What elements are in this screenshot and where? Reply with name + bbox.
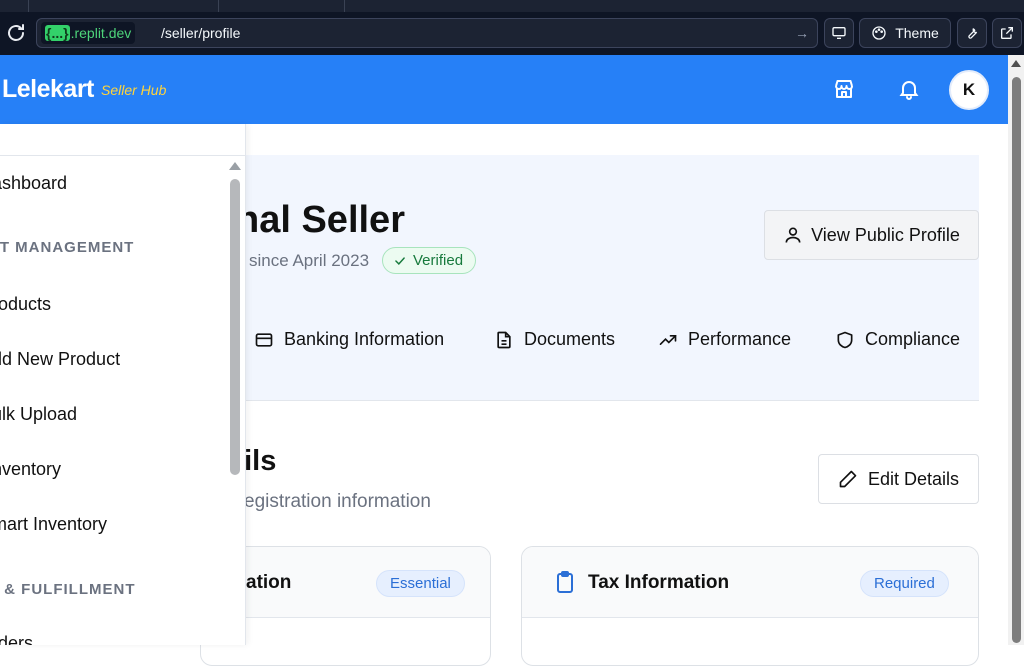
sidebar: ashboard CT MANAGEMENT roducts dd New Pr… bbox=[0, 124, 246, 645]
credit-card-icon bbox=[255, 332, 273, 347]
sidebar-item-smart-inventory[interactable]: mart Inventory bbox=[0, 514, 107, 535]
check-icon bbox=[395, 256, 405, 265]
card-header: Tax Information Required bbox=[522, 547, 978, 618]
sidebar-scrollbar-thumb[interactable] bbox=[230, 179, 240, 475]
url-host-domain: .replit.dev bbox=[70, 25, 132, 41]
avatar[interactable]: K bbox=[949, 70, 989, 110]
card-badge: Required bbox=[860, 570, 949, 597]
tab-documents[interactable]: Documents bbox=[494, 329, 615, 350]
palette-icon bbox=[872, 26, 886, 40]
sidebar-item-products[interactable]: roducts bbox=[0, 294, 51, 315]
verified-badge: Verified bbox=[382, 247, 477, 274]
monitor-icon bbox=[832, 26, 846, 39]
go-arrow-icon[interactable]: → bbox=[795, 25, 809, 41]
card-badge: Essential bbox=[376, 570, 465, 597]
sidebar-scroll-up-arrow[interactable] bbox=[229, 162, 241, 170]
tab-label: Banking Information bbox=[284, 329, 445, 349]
page-scroll-up-arrow[interactable] bbox=[1011, 60, 1021, 67]
sidebar-item-add-new-product[interactable]: dd New Product bbox=[0, 349, 120, 370]
edit-details-label: Edit Details bbox=[867, 468, 960, 489]
member-since: since April 2023 bbox=[249, 251, 370, 270]
sidebar-item-dashboard[interactable]: ashboard bbox=[0, 173, 67, 194]
reload-icon[interactable] bbox=[4, 21, 28, 45]
sidebar-heading-orders-fulfillment: S & FULFILLMENT bbox=[0, 581, 136, 598]
tab-compliance[interactable]: Compliance bbox=[835, 329, 960, 350]
trending-up-icon bbox=[659, 334, 677, 345]
tab-performance[interactable]: Performance bbox=[658, 329, 791, 350]
profile-hero: hal Seller since April 2023 Verified Vie… bbox=[236, 155, 979, 401]
url-host: {...} .replit.dev bbox=[41, 22, 136, 44]
external-link-icon bbox=[1001, 27, 1013, 39]
section-subtitle: egistration information bbox=[244, 491, 431, 512]
tab-banking-information[interactable]: Banking Information bbox=[254, 329, 444, 350]
open-external-button[interactable] bbox=[992, 18, 1022, 48]
sidebar-heading-product-management: CT MANAGEMENT bbox=[0, 239, 135, 256]
tab-label: Performance bbox=[688, 329, 792, 349]
brand-subtitle: Seller Hub bbox=[101, 82, 167, 98]
avatar-initial: K bbox=[962, 80, 976, 99]
file-text-icon bbox=[497, 331, 511, 348]
tab-label: Compliance bbox=[865, 329, 961, 349]
browser-tab[interactable] bbox=[218, 0, 344, 12]
clipboard-icon bbox=[557, 571, 573, 593]
tab-label: Documents bbox=[524, 329, 616, 349]
verified-label: Verified bbox=[413, 252, 464, 269]
sidebar-item-orders[interactable]: rders bbox=[0, 633, 33, 645]
page-scrollbar[interactable] bbox=[1008, 55, 1024, 645]
bell-icon[interactable] bbox=[897, 77, 921, 101]
browser-tab[interactable] bbox=[28, 0, 218, 12]
store-icon[interactable] bbox=[832, 77, 856, 101]
url-path: /seller/profile bbox=[161, 25, 241, 41]
profile-tabs: Banking Information Documents Performanc… bbox=[246, 323, 979, 359]
sidebar-item-inventory[interactable]: nventory bbox=[0, 459, 61, 480]
browser-tab-divider bbox=[344, 0, 345, 12]
seller-name: hal Seller bbox=[236, 199, 405, 241]
theme-label: Theme bbox=[895, 25, 939, 41]
shield-icon bbox=[837, 331, 853, 348]
user-icon bbox=[785, 227, 801, 243]
card-tax-information: Tax Information Required bbox=[521, 546, 979, 666]
url-host-prefix: {...} bbox=[45, 25, 70, 41]
wrench-icon bbox=[968, 28, 978, 39]
browser-tab-strip bbox=[0, 0, 1024, 12]
edit-details-button[interactable]: Edit Details bbox=[818, 454, 979, 504]
view-public-profile-button[interactable]: View Public Profile bbox=[764, 210, 979, 260]
pencil-icon bbox=[839, 470, 857, 488]
page-scrollbar-thumb[interactable] bbox=[1012, 77, 1021, 643]
sidebar-item-bulk-upload[interactable]: ulk Upload bbox=[0, 404, 77, 425]
app-header: Lelekart Seller Hub K bbox=[0, 55, 1008, 124]
url-bar[interactable]: {...} .replit.dev /seller/profile → bbox=[36, 18, 818, 48]
view-public-profile-label: View Public Profile bbox=[811, 224, 960, 245]
tools-button[interactable] bbox=[957, 18, 987, 48]
card-title: ation bbox=[246, 572, 292, 593]
theme-button[interactable]: Theme bbox=[859, 18, 951, 48]
card-title: Tax Information bbox=[588, 572, 730, 593]
brand-logo[interactable]: Lelekart bbox=[2, 75, 94, 104]
devices-button[interactable] bbox=[824, 18, 854, 48]
browser-toolbar: {...} .replit.dev /seller/profile → Them… bbox=[0, 12, 1024, 55]
sidebar-top bbox=[0, 124, 245, 156]
